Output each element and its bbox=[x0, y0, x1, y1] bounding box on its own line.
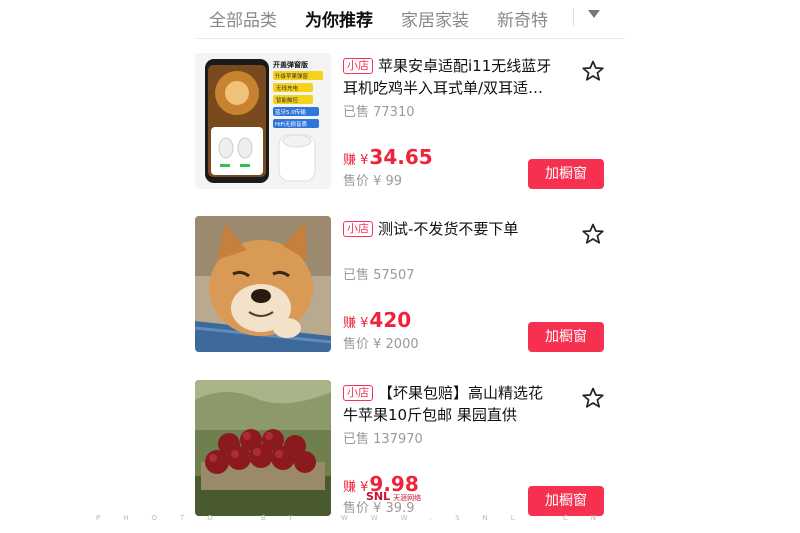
commission: 赚 ¥420 bbox=[343, 308, 411, 332]
product-title[interactable]: 小店 【坏果包赔】高山精选花 牛苹果10斤包邮 果园直供 bbox=[343, 382, 578, 426]
image-badge: 蓝牙5.0传输 bbox=[275, 108, 306, 116]
star-icon[interactable] bbox=[581, 386, 605, 410]
product-card[interactable]: 开盖弹窗版 升级苹果弹窗 无线充电 智能触控 蓝牙5.0传输 HiFi无损音质 … bbox=[195, 53, 625, 189]
product-title-line: 【坏果包赔】高山精选花 bbox=[378, 384, 544, 402]
caret-down-icon[interactable] bbox=[588, 10, 600, 18]
image-badge: 智能触控 bbox=[276, 96, 299, 104]
commission: 赚 ¥34.65 bbox=[343, 145, 433, 169]
tab-recommended[interactable]: 为你推荐 bbox=[305, 6, 373, 31]
add-to-showcase-button[interactable]: 加橱窗 bbox=[528, 486, 604, 516]
logo-sub: 天涯网络 bbox=[393, 494, 422, 502]
product-image-earbuds[interactable]: 开盖弹窗版 升级苹果弹窗 无线充电 智能触控 蓝牙5.0传输 HiFi无损音质 bbox=[195, 53, 331, 189]
commission-label: 赚 ¥ bbox=[343, 480, 369, 495]
sold-count: 已售 77310 bbox=[343, 105, 415, 120]
shop-tag: 小店 bbox=[343, 221, 373, 237]
commission-label: 赚 ¥ bbox=[343, 153, 369, 168]
product-title-line: 测试-不发货不要下单 bbox=[378, 220, 519, 238]
tab-all-categories[interactable]: 全部品类 bbox=[209, 6, 277, 31]
sold-count: 已售 137970 bbox=[343, 432, 423, 447]
category-tabs: 全部品类 为你推荐 家居家装 新奇特 bbox=[195, 0, 625, 39]
star-icon[interactable] bbox=[581, 59, 605, 83]
add-to-showcase-button[interactable]: 加橱窗 bbox=[528, 159, 604, 189]
image-headline: 开盖弹窗版 bbox=[273, 60, 308, 69]
watermark-text: PHOTO BY WWW.SNL.CN bbox=[96, 514, 620, 522]
tab-home-furnishing[interactable]: 家居家装 bbox=[401, 6, 469, 31]
product-image-apples[interactable] bbox=[195, 380, 331, 516]
product-title-line: 苹果安卓适配i11无线蓝牙 bbox=[378, 57, 552, 75]
watermark-logo: SNL 天涯网络 bbox=[366, 490, 421, 503]
product-image-dog[interactable] bbox=[195, 216, 331, 352]
product-title[interactable]: 小店 测试-不发货不要下单 bbox=[343, 218, 578, 240]
tab-novelty[interactable]: 新奇特 bbox=[497, 6, 548, 31]
product-card[interactable]: 小店 测试-不发货不要下单 已售 57507 赚 ¥420 售价 ¥ 2000 加… bbox=[195, 216, 625, 352]
commission-label: 赚 ¥ bbox=[343, 316, 369, 331]
shop-tag: 小店 bbox=[343, 58, 373, 74]
sale-price: 售价 ¥ 99 bbox=[343, 174, 403, 189]
commission-amount: 420 bbox=[369, 308, 412, 332]
tab-divider bbox=[573, 8, 574, 26]
logo-brand: SNL bbox=[366, 490, 391, 503]
sale-price: 售价 ¥ 2000 bbox=[343, 337, 419, 352]
product-title-line: 耳机吃鸡半入耳式单/双耳适… bbox=[343, 79, 544, 97]
image-badge: 无线充电 bbox=[276, 84, 299, 92]
commission-amount: 34.65 bbox=[369, 145, 433, 169]
product-title[interactable]: 小店 苹果安卓适配i11无线蓝牙 耳机吃鸡半入耳式单/双耳适… bbox=[343, 55, 578, 99]
add-to-showcase-button[interactable]: 加橱窗 bbox=[528, 322, 604, 352]
shop-tag: 小店 bbox=[343, 385, 373, 401]
image-badge: 升级苹果弹窗 bbox=[275, 72, 309, 80]
product-title-line: 牛苹果10斤包邮 果园直供 bbox=[343, 406, 517, 424]
image-badge: HiFi无损音质 bbox=[275, 120, 307, 128]
star-icon[interactable] bbox=[581, 222, 605, 246]
sold-count: 已售 57507 bbox=[343, 268, 415, 283]
